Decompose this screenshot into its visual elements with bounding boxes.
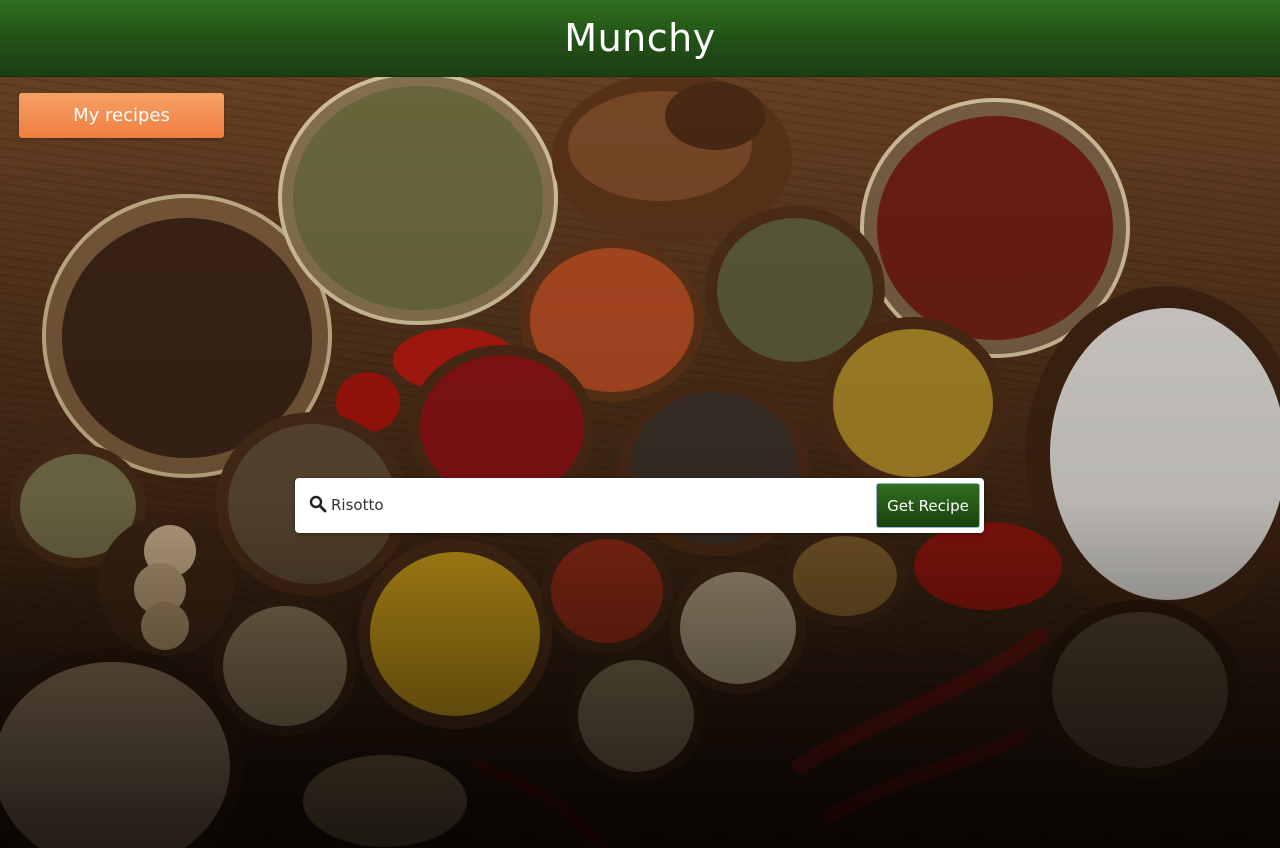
spice-bowls-illustration [0,76,1280,848]
spice-background-image [0,76,1280,848]
search-icon [309,495,327,513]
recipe-search-bar: Get Recipe [295,478,984,533]
recipe-search-input[interactable] [331,486,861,524]
page: Munchy My recipes Risotto Get Recipe [0,0,1280,848]
app-title: Munchy [564,16,716,60]
get-recipe-button[interactable]: Get Recipe [876,483,980,528]
app-header: Munchy [0,0,1280,77]
my-recipes-button[interactable]: My recipes [19,93,224,138]
